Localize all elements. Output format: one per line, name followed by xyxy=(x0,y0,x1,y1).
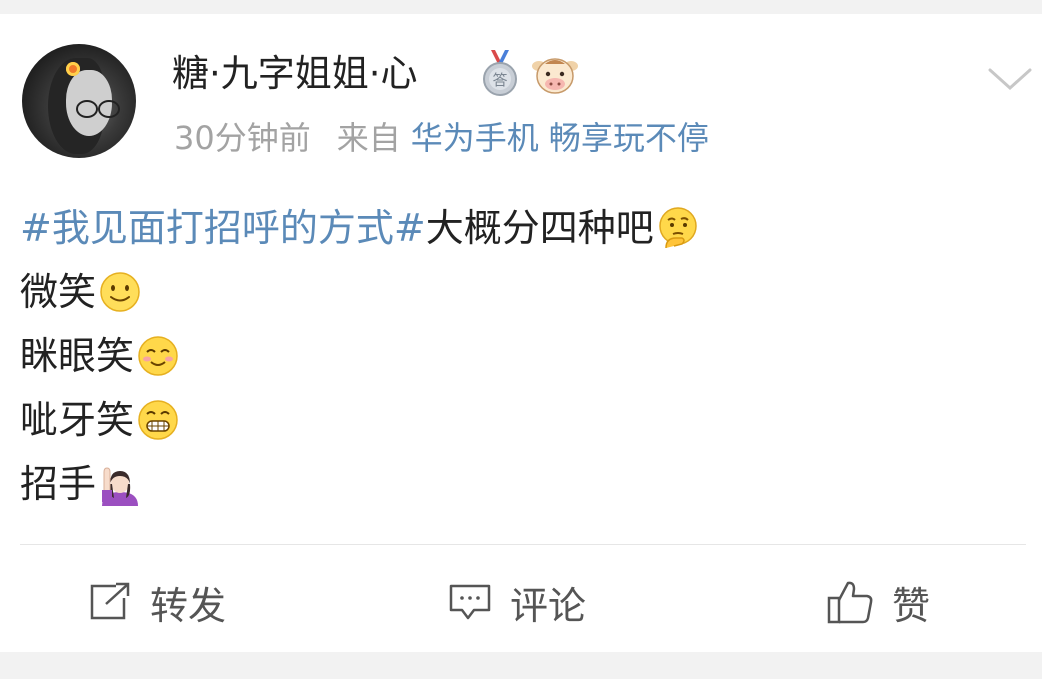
raising-hand-emoji xyxy=(102,467,139,506)
weibo-post-card: 糖·九字姐姐·心 答 30分钟前 来自 华为手机 畅享玩不停 #我见面打招呼的方式#… xyxy=(0,0,1042,652)
comment-label: 评论 xyxy=(510,583,587,628)
svg-text:答: 答 xyxy=(492,71,507,89)
actions-divider xyxy=(20,544,1026,545)
chevron-down-icon[interactable] xyxy=(988,66,1032,94)
line-squint-text: 眯眼笑 xyxy=(20,334,135,378)
post-intro-text: 大概分四种吧 xyxy=(425,206,654,250)
medal-badge-icon[interactable]: 答 xyxy=(481,50,519,96)
hashtag-link[interactable]: #我见面打招呼的方式# xyxy=(20,196,426,260)
username[interactable]: 糖·九字姐姐·心 xyxy=(172,52,418,96)
smile-emoji xyxy=(100,272,140,312)
like-button[interactable]: 赞 xyxy=(826,574,930,630)
thinking-emoji xyxy=(658,207,697,249)
repost-label: 转发 xyxy=(150,583,227,628)
post-content: #我见面打招呼的方式# 大概分四种吧 微笑 眯眼笑 呲牙笑 招手 xyxy=(20,196,1020,516)
comment-icon xyxy=(449,584,491,620)
like-label: 赞 xyxy=(892,583,931,628)
post-time: 30分钟前 xyxy=(174,119,311,157)
top-separator-strip xyxy=(0,0,1042,14)
line-grin-text: 呲牙笑 xyxy=(20,398,135,442)
avatar[interactable] xyxy=(22,44,136,158)
cow-emblem-icon[interactable] xyxy=(531,54,579,96)
comment-button[interactable]: 评论 xyxy=(448,574,586,630)
line-smile-text: 微笑 xyxy=(20,270,97,314)
grin-emoji xyxy=(138,400,178,440)
thumbs-up-icon xyxy=(827,581,873,624)
post-meta: 30分钟前 来自 华为手机 畅享玩不停 xyxy=(174,118,709,158)
squint-smile-emoji xyxy=(138,336,178,376)
repost-icon xyxy=(90,582,130,620)
line-wave-text: 招手 xyxy=(20,462,97,506)
bottom-separator xyxy=(0,652,1042,679)
source-label: 来自 xyxy=(336,119,401,157)
repost-button[interactable]: 转发 xyxy=(88,574,226,630)
source-device-link[interactable]: 华为手机 畅享玩不停 xyxy=(411,119,709,157)
